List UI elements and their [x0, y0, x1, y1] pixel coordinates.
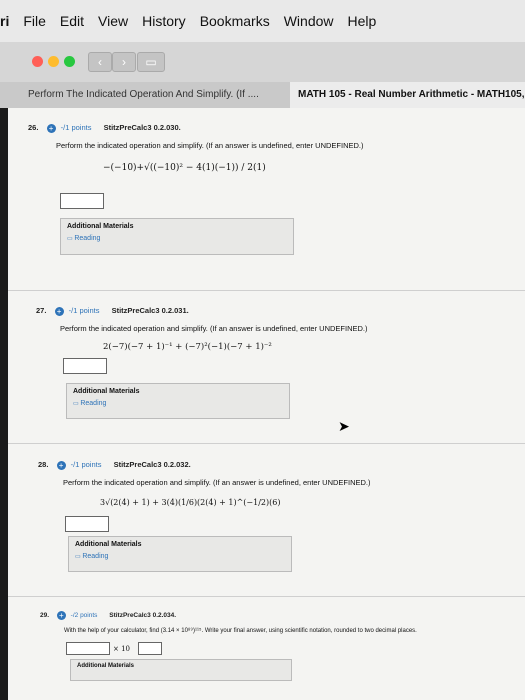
- question-code: StitzPreCalc3 0.2.034.: [109, 612, 177, 620]
- question-expression: −(−10)+√((−10)² − 4(1)(−1)) / 2(1): [103, 163, 266, 173]
- question-expression: 3√(2(4) + 1) + 3(4)(1/6)(2(4) + 1)^(−1/2…: [100, 498, 281, 507]
- question-number: 27.: [36, 306, 47, 315]
- materials-title: Additional Materials: [75, 541, 142, 548]
- question-code: StitzPreCalc3 0.2.031.: [111, 306, 189, 315]
- question-points: -/1 points: [68, 306, 100, 315]
- additional-materials-panel: Additional Materials Reading: [66, 383, 290, 419]
- close-window-icon[interactable]: [32, 56, 43, 67]
- browser-toolbar: ‹ › ▭: [0, 42, 525, 82]
- additional-materials-panel: Additional Materials Reading: [60, 218, 294, 255]
- question-header: 27. + -/1 points StitzPreCalc3 0.2.031.: [36, 306, 195, 316]
- plus-circle-icon[interactable]: +: [54, 306, 64, 316]
- question-expression: × 10: [113, 645, 130, 653]
- menu-view[interactable]: View: [98, 13, 128, 29]
- question-instruction: Perform the indicated operation and simp…: [56, 141, 364, 150]
- menu-edit[interactable]: Edit: [60, 13, 84, 29]
- question-header: 28. + -/1 points StitzPreCalc3 0.2.032.: [38, 460, 197, 470]
- minimize-window-icon[interactable]: [48, 56, 59, 67]
- menu-window[interactable]: Window: [284, 13, 334, 29]
- plus-circle-icon[interactable]: +: [56, 460, 66, 470]
- mouse-cursor-icon: ➤: [338, 418, 350, 434]
- question-number: 28.: [38, 460, 49, 469]
- answer-input[interactable]: [63, 358, 107, 374]
- menu-history[interactable]: History: [142, 13, 186, 29]
- forward-button[interactable]: ›: [112, 52, 136, 72]
- question-points: -/1 points: [60, 123, 92, 132]
- answer-input[interactable]: [65, 516, 109, 532]
- question-number: 29.: [40, 612, 50, 620]
- additional-materials-panel: Additional Materials: [70, 659, 292, 681]
- assignment-page: 26. + -/1 points StitzPreCalc3 0.2.030. …: [8, 108, 525, 700]
- back-button[interactable]: ‹: [88, 52, 112, 72]
- reading-link[interactable]: Reading: [67, 235, 293, 242]
- materials-title: Additional Materials: [67, 223, 134, 230]
- additional-materials-panel: Additional Materials Reading: [68, 536, 292, 572]
- exponent-input[interactable]: [138, 642, 162, 655]
- question-points: -/2 points: [70, 612, 98, 620]
- divider: [8, 596, 525, 597]
- menu-app-name[interactable]: ri: [0, 13, 9, 29]
- tab-perform-operation[interactable]: Perform The Indicated Operation And Simp…: [20, 82, 286, 108]
- reading-link[interactable]: Reading: [73, 400, 289, 407]
- menu-bar: ri File Edit View History Bookmarks Wind…: [0, 0, 525, 42]
- question-instruction: Perform the indicated operation and simp…: [60, 324, 368, 333]
- materials-title: Additional Materials: [77, 663, 135, 669]
- menu-file[interactable]: File: [23, 13, 46, 29]
- zoom-window-icon[interactable]: [64, 56, 75, 67]
- question-instruction: Perform the indicated operation and simp…: [63, 478, 371, 487]
- plus-circle-icon[interactable]: +: [46, 123, 56, 133]
- question-instruction: With the help of your calculator, find (…: [64, 628, 417, 634]
- tab-bar: Perform The Indicated Operation And Simp…: [0, 82, 525, 108]
- question-number: 26.: [28, 123, 39, 132]
- divider: [8, 443, 525, 444]
- divider: [8, 290, 525, 291]
- menu-bookmarks[interactable]: Bookmarks: [200, 13, 270, 29]
- plus-circle-icon[interactable]: +: [56, 611, 66, 620]
- sidebar-toggle-icon[interactable]: ▭: [137, 52, 165, 72]
- question-header: 29. + -/2 points StitzPreCalc3 0.2.034.: [40, 611, 182, 620]
- reading-link[interactable]: Reading: [75, 553, 291, 560]
- question-header: 26. + -/1 points StitzPreCalc3 0.2.030.: [28, 123, 187, 133]
- materials-title: Additional Materials: [73, 388, 140, 395]
- answer-input[interactable]: [60, 193, 104, 209]
- question-code: StitzPreCalc3 0.2.032.: [113, 460, 191, 469]
- menu-help[interactable]: Help: [348, 13, 377, 29]
- answer-input[interactable]: [66, 642, 110, 655]
- question-code: StitzPreCalc3 0.2.030.: [103, 123, 181, 132]
- question-points: -/1 points: [70, 460, 102, 469]
- tab-math105[interactable]: MATH 105 - Real Number Arithmetic - MATH…: [290, 82, 525, 108]
- question-expression: 2(−7)(−7 + 1)⁻¹ + (−7)²(−1)(−7 + 1)⁻²: [103, 342, 272, 352]
